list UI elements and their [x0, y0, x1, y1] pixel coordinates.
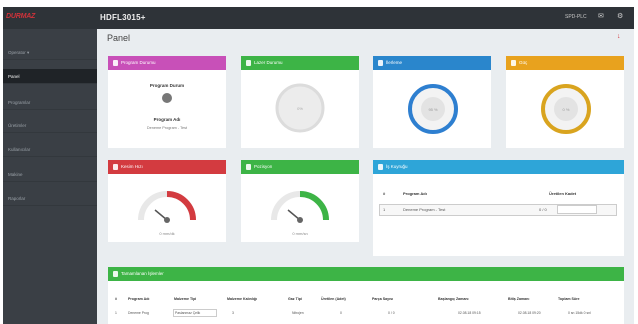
download-icon[interactable]: ↓ [617, 33, 621, 40]
position-value: 0 mm/sn [292, 231, 308, 236]
queue-row-name[interactable]: Deneme Program - Test [403, 207, 445, 212]
queue-row-index: 1 [383, 207, 386, 212]
machine-title: HDFL3015+ [100, 13, 146, 22]
power-header: Güç [506, 56, 624, 70]
power-ring-value: 0 % [562, 107, 570, 112]
program-status-card: Program Durumu Program Durum Program Adı… [108, 56, 226, 148]
location-icon [246, 164, 251, 170]
file-icon [113, 60, 118, 66]
cutting-speed-title: Kesim Hızı [121, 164, 143, 169]
history-col-total: Toplam Süre [558, 297, 580, 301]
laser-status-header: Lazer Durumu [241, 56, 359, 70]
queue-row-count: 0 / 0 [539, 207, 547, 212]
position-card: Pozisyon 0 mm/sn [241, 160, 359, 242]
history-cell-index: 1 [115, 311, 117, 315]
program-status-indicator [162, 93, 172, 103]
history-cell-thickness: 3 [232, 311, 234, 315]
history-cell-end: 02.08.18 09:20 [518, 311, 541, 315]
program-status-label: Program Durum [149, 83, 185, 88]
sidebar-item-machine[interactable]: Makine [3, 167, 97, 182]
history-cell-gas: Nitrojen [292, 311, 304, 315]
progress-header: İlerleme [373, 56, 491, 70]
history-cell-parts: 0 / 0 [388, 311, 395, 315]
app-window: DURMAZ HDFL3015+ SPD-PLC ✉ ⚙ Operator ▾ … [3, 7, 634, 324]
cutting-speed-header: Kesim Hızı [108, 160, 226, 174]
job-queue-table: # Program Adı Üretilen Kadet 1 Deneme Pr… [373, 160, 624, 256]
progress-title: İlerleme [386, 60, 403, 65]
power-card: Güç 0 % [506, 56, 624, 148]
program-status-title: Program Durumu [121, 60, 156, 65]
sidebar-item-reports[interactable]: Raporlar [3, 191, 97, 206]
program-status-header: Program Durumu [108, 56, 226, 70]
queue-col-count: Üretilen Kadet [549, 191, 577, 196]
page-title: Panel [107, 33, 131, 43]
position-header: Pozisyon [241, 160, 359, 174]
history-col-name: Program Adı [128, 297, 150, 301]
history-col-end: Bitiş Zamanı [508, 297, 530, 301]
history-col-index: # [115, 297, 117, 301]
speed-icon [113, 164, 118, 170]
cutting-speed-value: 0 mm/dk [159, 231, 175, 236]
history-col-parts: Parça Sayısı [372, 297, 394, 301]
bell-icon[interactable]: ✉ [598, 13, 604, 20]
user-menu[interactable]: SPD-PLC [565, 14, 587, 20]
sidebar-item-operator[interactable]: Operator ▾ [3, 45, 97, 60]
laser-ring-value: 0% [297, 106, 303, 111]
progress-ring-value: 95 % [428, 107, 438, 112]
history-col-thickness: Malzeme Kalınlığı [227, 297, 257, 301]
history-cell-material: Paslanmaz Çelik [175, 311, 201, 315]
check-icon [113, 271, 118, 277]
history-cell-start: 02.08.18 09:15 [458, 311, 481, 315]
gear-icon[interactable]: ⚙ [617, 13, 623, 20]
sidebar-item-panel[interactable]: Panel [3, 69, 97, 84]
position-title: Pozisyon [254, 164, 273, 169]
program-name-value: Deneme Program - Test [146, 126, 188, 130]
history-cell-produced: 0 [340, 311, 342, 315]
history-cell-name[interactable]: Deneme Prog [128, 311, 149, 315]
chart-icon [378, 60, 383, 66]
sidebar-item-programs[interactable]: Programlar [3, 95, 97, 110]
laser-status-title: Lazer Durumu [254, 60, 283, 65]
cutting-speed-card: Kesim Hızı 0 mm/dk [108, 160, 226, 242]
progress-card: İlerleme 95 % [373, 56, 491, 148]
laser-status-card: Lazer Durumu 0% [241, 56, 359, 148]
sidebar: Operator ▾ Panel Programlar Üretimler Ku… [3, 29, 97, 324]
completed-jobs-card: Tamamlanan İşlemler # Program Adı Malzem… [108, 267, 624, 324]
history-col-start: Başlangıç Zamanı [438, 297, 469, 301]
power-icon [511, 60, 516, 66]
main-content: Panel ↓ Program Durumu Program Durum Pro… [97, 29, 634, 324]
position-dial [271, 191, 329, 223]
completed-jobs-title: Tamamlanan İşlemler [121, 271, 164, 276]
top-navbar: DURMAZ HDFL3015+ SPD-PLC ✉ ⚙ [3, 7, 634, 29]
job-queue-card: İş Kuyruğu # Program Adı Üretilen Kadet … [373, 160, 624, 256]
queue-count-select[interactable] [557, 205, 597, 214]
history-col-produced: Üretilen (Adet) [321, 297, 346, 301]
power-title: Güç [519, 60, 528, 65]
cutting-speed-dial [138, 191, 196, 223]
completed-jobs-header: Tamamlanan İşlemler [108, 267, 624, 281]
history-cell-total: 0 sn 15dk 0 snl [568, 311, 591, 315]
sidebar-item-productions[interactable]: Üretimler [3, 118, 97, 133]
queue-col-name: Program Adı [403, 191, 427, 196]
bolt-icon [246, 60, 251, 66]
sidebar-item-users[interactable]: Kullanıcılar [3, 142, 97, 157]
program-name-label: Program Adı [153, 117, 181, 122]
history-col-gas: Gaz Tipi [288, 297, 302, 301]
brand-logo[interactable]: DURMAZ [6, 13, 35, 20]
history-col-material: Malzeme Tipi [174, 297, 197, 301]
queue-col-index: # [383, 191, 386, 196]
